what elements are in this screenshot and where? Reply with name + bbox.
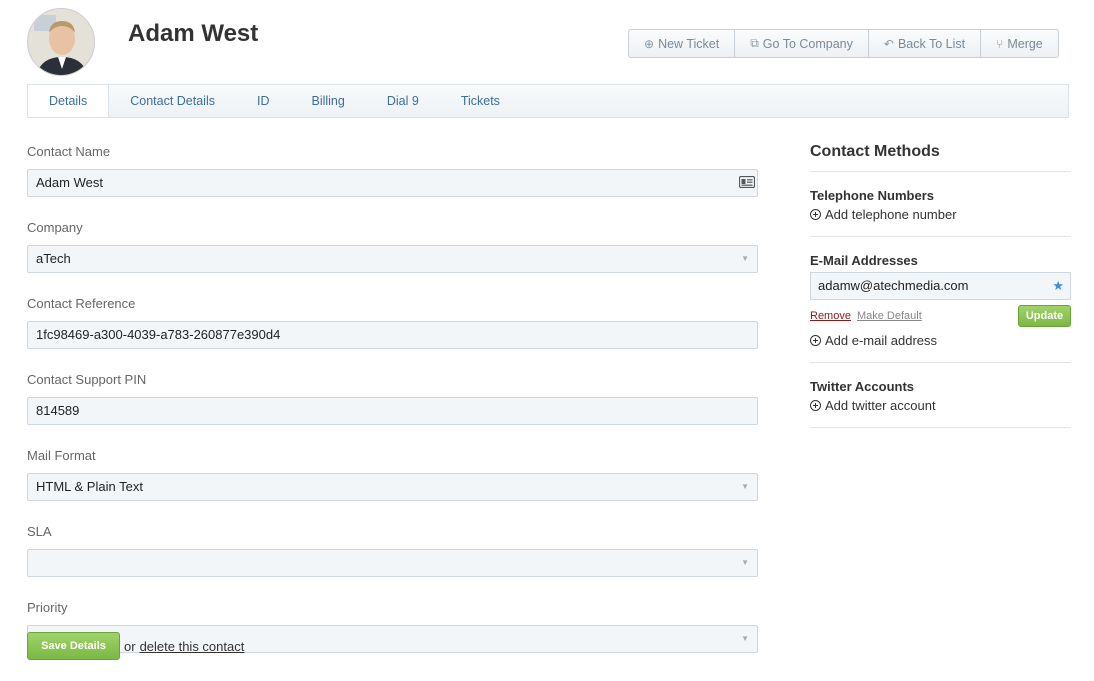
reply-arrow-icon: ↶	[883, 36, 894, 51]
sla-select[interactable]: ▼	[27, 549, 758, 577]
contact-methods-title: Contact Methods	[810, 141, 1071, 172]
contact-name-label: Contact Name	[27, 144, 111, 159]
update-email-button[interactable]: Update	[1018, 305, 1071, 327]
contact-reference-input[interactable]: 1fc98469-a300-4039-a783-260877e390d4	[27, 321, 758, 349]
external-link-icon: ⧉	[750, 36, 759, 50]
add-twitter-link[interactable]: Add twitter account	[810, 398, 1071, 413]
email-value: adamw@atechmedia.com	[818, 278, 969, 293]
tab-contact-details[interactable]: Contact Details	[109, 85, 236, 117]
add-twitter-label: Add twitter account	[825, 398, 936, 413]
add-email-link[interactable]: Add e-mail address	[810, 333, 1071, 348]
tab-id[interactable]: ID	[236, 85, 291, 117]
chevron-down-icon: ▼	[741, 558, 749, 567]
twitter-section: Twitter Accounts Add twitter account	[810, 363, 1071, 428]
go-to-company-button[interactable]: ⧉ Go To Company	[735, 30, 869, 57]
contact-reference-value: 1fc98469-a300-4039-a783-260877e390d4	[36, 327, 281, 342]
twitter-title: Twitter Accounts	[810, 379, 915, 394]
merge-button[interactable]: ⑂ Merge	[981, 30, 1058, 57]
tab-billing[interactable]: Billing	[290, 85, 365, 117]
tab-bar: Details Contact Details ID Billing Dial …	[27, 84, 1069, 118]
sla-label: SLA	[27, 524, 52, 539]
email-input[interactable]: adamw@atechmedia.com ★	[810, 272, 1071, 300]
mail-format-value: HTML & Plain Text	[36, 479, 143, 494]
contact-methods-panel: Contact Methods Telephone Numbers Add te…	[810, 141, 1071, 428]
star-icon[interactable]: ★	[1052, 273, 1064, 299]
company-label: Company	[27, 220, 83, 235]
merge-icon: ⑂	[996, 36, 1004, 51]
priority-label: Priority	[27, 600, 68, 615]
mail-format-label: Mail Format	[27, 448, 96, 463]
new-ticket-label: New Ticket	[658, 36, 720, 51]
support-pin-field-group: Contact Support PIN 814589	[27, 370, 758, 425]
telephone-section: Telephone Numbers Add telephone number	[810, 172, 1071, 237]
chevron-down-icon: ▼	[741, 254, 749, 263]
avatar-photo	[28, 9, 94, 75]
page-title: Adam West	[128, 20, 259, 47]
contact-card-icon[interactable]	[739, 176, 755, 188]
make-default-link[interactable]: Make Default	[857, 310, 922, 322]
contact-name-field-group: Contact Name Adam West	[27, 142, 758, 197]
mail-format-field-group: Mail Format HTML & Plain Text ▼	[27, 446, 758, 501]
merge-label: Merge	[1007, 36, 1043, 51]
go-to-company-label: Go To Company	[762, 36, 853, 51]
add-email-label: Add e-mail address	[825, 333, 937, 348]
tab-tickets[interactable]: Tickets	[440, 85, 521, 117]
plus-circle-icon	[810, 335, 821, 346]
plus-circle-icon	[810, 400, 821, 411]
action-toolbar: ⊕ New Ticket ⧉ Go To Company ↶ Back To L…	[628, 29, 1059, 58]
email-section: E-Mail Addresses adamw@atechmedia.com ★ …	[810, 237, 1071, 363]
contact-details-form: Contact Name Adam West Company aTech ▼ C…	[27, 141, 758, 674]
telephone-title: Telephone Numbers	[810, 188, 935, 203]
contact-name-value: Adam West	[36, 175, 103, 190]
remove-email-link[interactable]: Remove	[810, 310, 851, 322]
add-telephone-label: Add telephone number	[825, 207, 957, 222]
contact-name-input[interactable]: Adam West	[27, 169, 758, 197]
tab-dial-9[interactable]: Dial 9	[366, 85, 440, 117]
save-details-button[interactable]: Save Details	[27, 632, 120, 660]
mail-format-select[interactable]: HTML & Plain Text ▼	[27, 473, 758, 501]
sla-field-group: SLA ▼	[27, 522, 758, 577]
support-pin-value: 814589	[36, 403, 80, 418]
email-actions: Remove Make Default Update	[810, 305, 1071, 327]
contact-reference-label: Contact Reference	[27, 296, 136, 311]
delete-contact-link[interactable]: delete this contact	[140, 639, 245, 654]
contact-reference-field-group: Contact Reference 1fc98469-a300-4039-a78…	[27, 294, 758, 349]
new-ticket-button[interactable]: ⊕ New Ticket	[629, 30, 736, 57]
back-to-list-button[interactable]: ↶ Back To List	[869, 30, 982, 57]
support-pin-input[interactable]: 814589	[27, 397, 758, 425]
company-value: aTech	[36, 251, 71, 266]
support-pin-label: Contact Support PIN	[27, 372, 147, 387]
avatar	[27, 8, 95, 76]
form-actions: Save Details or delete this contact	[27, 632, 244, 660]
chevron-down-icon: ▼	[741, 634, 749, 643]
plus-circle-icon	[810, 209, 821, 220]
or-text: or	[124, 638, 136, 654]
back-to-list-label: Back To List	[897, 36, 966, 51]
company-select[interactable]: aTech ▼	[27, 245, 758, 273]
chevron-down-icon: ▼	[741, 482, 749, 491]
tab-details[interactable]: Details	[28, 85, 110, 117]
plus-circle-icon: ⊕	[644, 36, 655, 51]
company-field-group: Company aTech ▼	[27, 218, 758, 273]
email-title: E-Mail Addresses	[810, 253, 918, 268]
add-telephone-link[interactable]: Add telephone number	[810, 207, 1071, 222]
